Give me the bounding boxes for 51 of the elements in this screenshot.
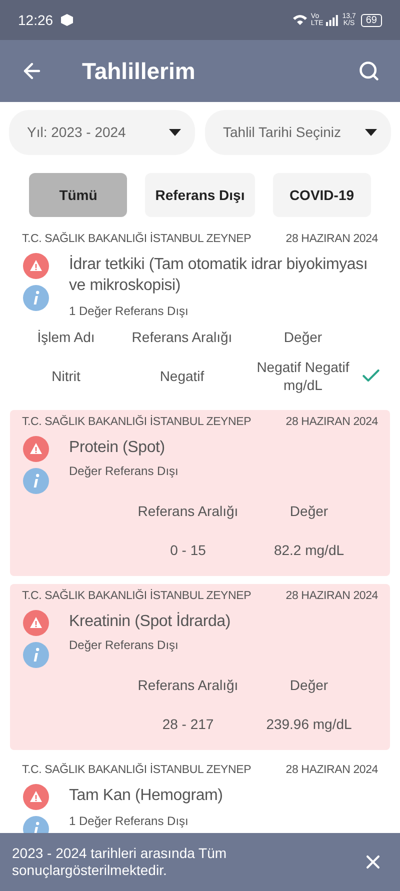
result-date: 28 HAZIRAN 2024 (286, 415, 378, 430)
table-cell-text: 82.2 mg/dL (272, 541, 346, 559)
table-cell-text: 28 - 217 (161, 714, 215, 734)
column-header: Referans Aralığı (136, 502, 240, 521)
dropdown-caret-icon (169, 129, 181, 136)
table-cell-text: Nitrit (50, 366, 82, 386)
out-of-range-note: Değer Referans Dışı (69, 637, 180, 654)
dropdown[interactable]: Tahlil Tarihi Seçiniz (205, 110, 391, 155)
column-header: Değer (282, 328, 324, 347)
institution-name: T.C. SAĞLIK BAKANLIĞI İSTANBUL ZEYNEP (22, 414, 252, 430)
signal-icon (326, 14, 338, 26)
clock: 12:26 (18, 10, 54, 30)
column-header: Değer (288, 502, 330, 521)
warning-icon (23, 784, 49, 810)
column-header: İşlem Adı (36, 328, 96, 347)
out-of-range-note: Değer Referans Dışı (69, 463, 180, 480)
table-cell-text: Negatif Negatif mg/dL (256, 358, 350, 394)
institution-name: T.C. SAĞLIK BAKANLIĞI İSTANBUL ZEYNEP (22, 231, 252, 247)
page-title: Tahlillerim (82, 56, 196, 86)
test-title: Kreatinin (Spot İdrarda) (69, 611, 232, 632)
filter-tab[interactable]: Referans Dışı (145, 173, 255, 217)
column-header: Referans Aralığı (130, 328, 234, 347)
institution-name: T.C. SAĞLIK BAKANLIĞI İSTANBUL ZEYNEP (22, 762, 252, 778)
result-card[interactable]: T.C. SAĞLIK BAKANLIĞI İSTANBUL ZEYNEP 28 HAZIRAN 2024 Protein (Spot) Değer Referans Dışı Referans Aralığı Değer 0 - 15 82.2 mg/dL (10, 410, 390, 576)
test-title: Protein (Spot) (69, 438, 166, 458)
result-date: 28 HAZIRAN 2024 (286, 589, 378, 604)
wifi-icon (292, 14, 308, 26)
table-cell-text: 239.96 mg/dL (265, 715, 353, 733)
institution-name: T.C. SAĞLIK BAKANLIĞI İSTANBUL ZEYNEP (22, 588, 252, 604)
table-cell-text: 0 - 15 (169, 540, 207, 560)
warning-icon (23, 253, 49, 279)
notification-icon (61, 14, 74, 26)
snackbar-message: 2023 - 2024 tarihleri arasında Tüm sonuçlargösterilmektedir. (12, 845, 228, 879)
out-of-range-note: 1 Değer Referans Dışı (69, 303, 190, 320)
result-card[interactable]: T.C. SAĞLIK BAKANLIĞI İSTANBUL ZEYNEP 28 HAZIRAN 2024 Kreatinin (Spot İdrarda) Değer Referans Dışı Referans Aralığı Değer 28 - 217 239.96 mg/dL (10, 584, 390, 750)
result-date: 28 HAZIRAN 2024 (286, 763, 378, 778)
table-cell-text: Negatif (158, 366, 206, 386)
filter-tab[interactable]: COVID-19 (272, 173, 371, 217)
warning-icon (23, 436, 49, 462)
filter-tab[interactable]: Tümü (29, 173, 128, 217)
test-title: İdrar tetkiki (Tam otomatik idrar biyokimyası ve mikroskopisi) (69, 254, 369, 296)
battery-icon: 69 (360, 14, 382, 26)
result-date: 28 HAZIRAN 2024 (286, 232, 378, 247)
column-header: Değer (288, 676, 330, 695)
warning-icon (23, 610, 49, 636)
column-header: Referans Aralığı (136, 676, 240, 695)
test-title: Tam Kan (Hemogram) (69, 786, 224, 806)
dropdown[interactable]: Yıl: 2023 - 2024 (9, 110, 195, 155)
dropdown-caret-icon (365, 129, 377, 136)
search-button[interactable] (358, 60, 380, 82)
out-of-range-note: 1 Değer Referans Dışı (69, 813, 190, 830)
